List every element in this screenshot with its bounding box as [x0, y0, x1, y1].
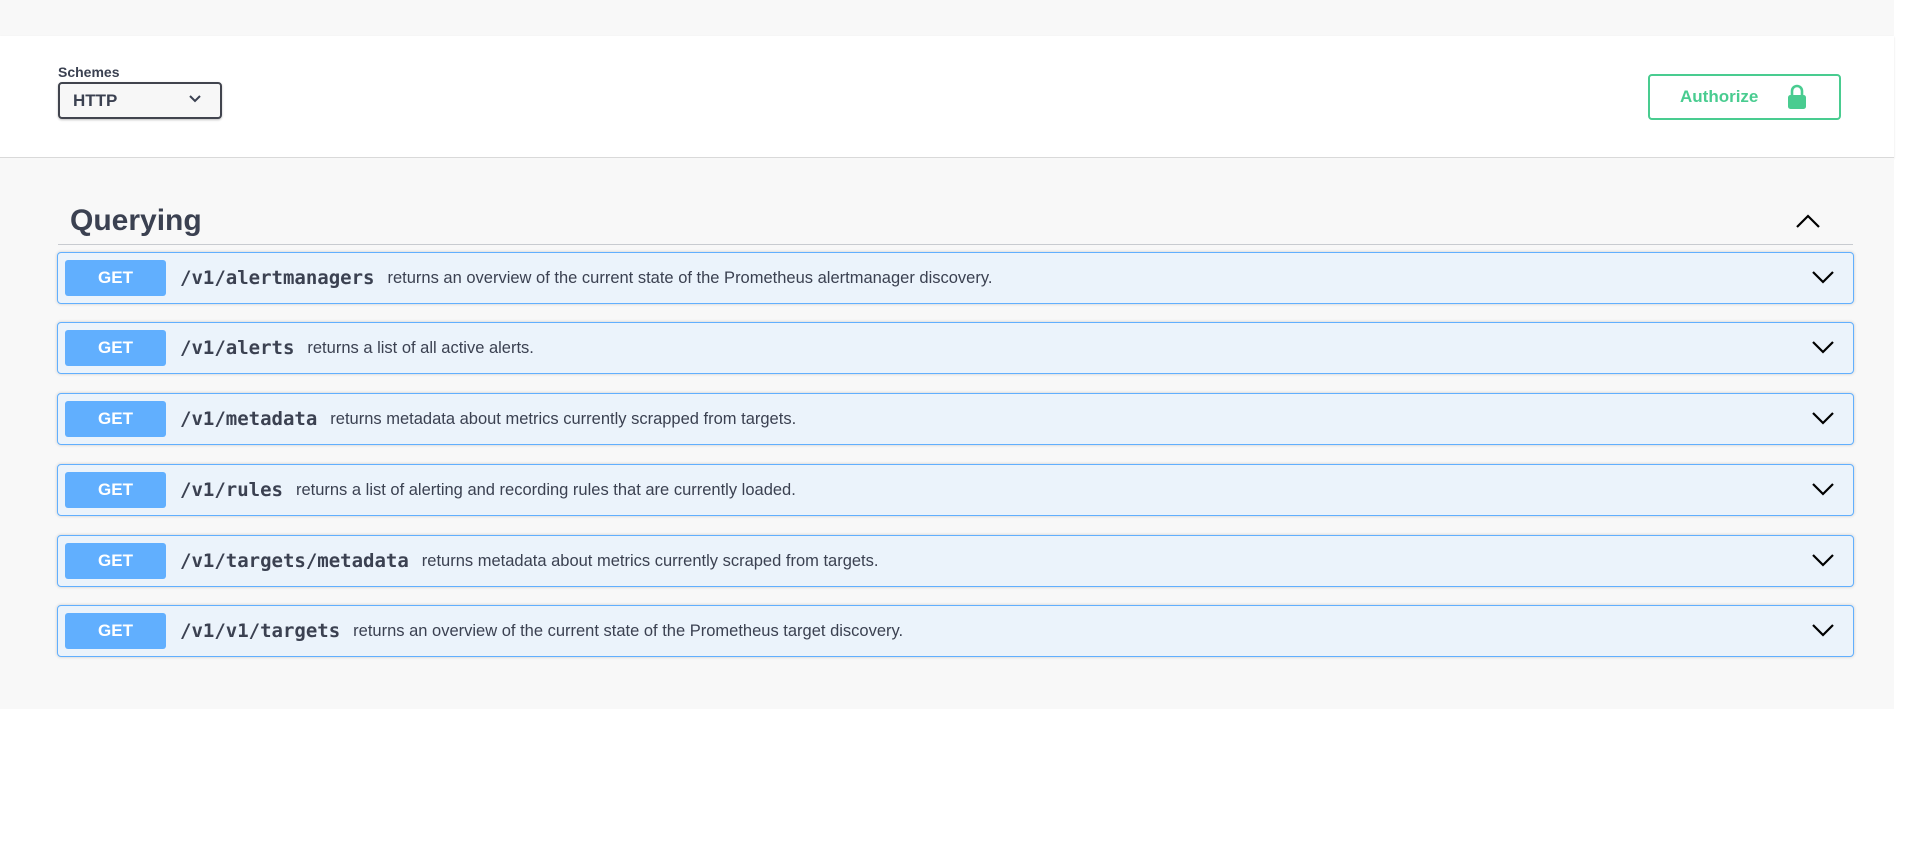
operation-path: /v1/alertmanagers [180, 267, 375, 289]
chevron-down-icon[interactable] [1811, 552, 1835, 568]
get-method-badge: GET [65, 401, 166, 437]
authorize-button[interactable]: Authorize [1648, 74, 1841, 120]
scheme-container: Schemes HTTP Authorize [0, 36, 1894, 158]
top-band [0, 0, 1894, 36]
operation-path: /v1/v1/targets [180, 620, 341, 642]
operation-path: /v1/alerts [180, 337, 295, 359]
operation-summary: returns a list of alerting and recording… [295, 480, 796, 499]
chevron-down-icon[interactable] [1811, 410, 1835, 426]
get-method-badge: GET [65, 260, 166, 296]
operation-get-alertmanagers[interactable]: GET /v1/alertmanagers returns an overvie… [57, 252, 1854, 304]
tag-title: Querying [70, 204, 202, 237]
operation-path: /v1/rules [180, 479, 283, 501]
chevron-down-icon[interactable] [1811, 622, 1835, 638]
operation-summary: returns an overview of the current state… [387, 268, 993, 287]
chevron-down-icon [189, 95, 201, 103]
operation-path: /v1/metadata [180, 408, 318, 430]
schemes-select[interactable]: HTTP [58, 82, 222, 119]
operation-summary: returns metadata about metrics currently… [421, 551, 879, 570]
chevron-up-icon[interactable] [1795, 212, 1821, 230]
operation-summary: returns a list of all active alerts. [307, 338, 534, 357]
lock-icon [1788, 84, 1806, 109]
operation-summary: returns metadata about metrics currently… [330, 409, 797, 428]
tag-header-querying[interactable]: Querying [58, 170, 1853, 245]
operation-get-targets[interactable]: GET /v1/v1/targets returns an overview o… [57, 605, 1854, 657]
operation-get-metadata[interactable]: GET /v1/metadata returns metadata about … [57, 393, 1854, 445]
operation-path: /v1/targets/metadata [180, 550, 409, 572]
swagger-page: Schemes HTTP Authorize Querying GET /v1/… [0, 0, 1914, 841]
schemes-label: Schemes [58, 64, 120, 80]
operation-get-alerts[interactable]: GET /v1/alerts returns a list of all act… [57, 322, 1854, 374]
operations-section: Querying GET /v1/alertmanagers returns a… [0, 158, 1894, 709]
chevron-down-icon[interactable] [1811, 269, 1835, 285]
chevron-down-icon[interactable] [1811, 339, 1835, 355]
schemes-selected-value: HTTP [73, 91, 118, 110]
operation-get-rules[interactable]: GET /v1/rules returns a list of alerting… [57, 464, 1854, 516]
authorize-button-label: Authorize [1680, 87, 1759, 106]
chevron-down-icon[interactable] [1811, 481, 1835, 497]
operation-get-targets-metadata[interactable]: GET /v1/targets/metadata returns metadat… [57, 535, 1854, 587]
get-method-badge: GET [65, 613, 166, 649]
operation-summary: returns an overview of the current state… [353, 621, 904, 640]
get-method-badge: GET [65, 543, 166, 579]
get-method-badge: GET [65, 330, 166, 366]
get-method-badge: GET [65, 472, 166, 508]
